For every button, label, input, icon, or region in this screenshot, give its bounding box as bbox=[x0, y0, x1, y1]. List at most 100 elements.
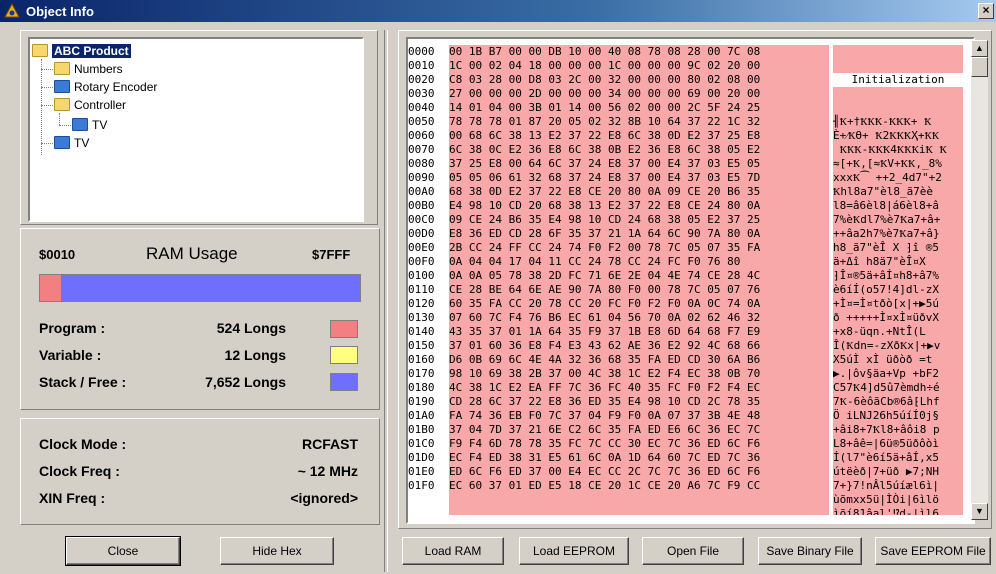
ascii-row: È+⁄ҞӨ+ Ҟ2ҞҞҞҲ+ҞҞ bbox=[833, 129, 940, 142]
tree-line bbox=[59, 113, 60, 125]
tree-item-label: Rotary Encoder bbox=[74, 79, 158, 94]
hex-row[interactable]: 60 35 FA CC 20 78 CC 20 FC F0 F2 F0 0A 0… bbox=[449, 297, 829, 311]
ascii-row: Ҟhl8a7"èl8_ã7èè bbox=[833, 185, 934, 198]
ascii-row: ++âa2h7%è7Ҟa7+â} bbox=[833, 227, 940, 240]
hex-address: 0060 bbox=[408, 129, 435, 142]
ram-start-address: $0010 bbox=[39, 247, 76, 262]
hex-address: 01C0 bbox=[408, 437, 435, 450]
load-ram-button[interactable]: Load RAM bbox=[402, 537, 504, 565]
ascii-row: ⁆Î¤®5ä+âÍ¤h8+â7% bbox=[833, 269, 939, 282]
save-eeprom-file-button[interactable]: Save EEPROM File bbox=[875, 537, 991, 565]
ascii-row: ä+Δî h8ä7"èÎ¤X bbox=[833, 255, 926, 268]
ascii-row: ҞҞҞ-ҞҞҞ4ҞҞҞiҞ Ҟ bbox=[833, 143, 947, 156]
hex-row[interactable]: 6C 38 0C E2 36 E8 6C 38 0B E2 36 E8 6C 3… bbox=[449, 143, 829, 157]
scroll-down-icon[interactable]: ▼ bbox=[971, 503, 988, 520]
ram-used-fill bbox=[40, 275, 61, 301]
hex-row[interactable]: 14 01 04 00 3B 01 14 00 56 02 00 00 2C 5… bbox=[449, 101, 829, 115]
ascii-row: +x8-üqn.+NtÎ(L bbox=[833, 325, 926, 338]
hex-address: 0140 bbox=[408, 325, 435, 338]
ascii-row: è6íÍ(o57!4]dl-zX bbox=[833, 283, 939, 296]
hex-row[interactable]: 4C 38 1C E2 EA FF 7C 36 FC 40 35 FC F0 F… bbox=[449, 381, 829, 395]
hex-row[interactable]: 1C 00 02 04 18 00 00 00 1C 00 00 00 9C 0… bbox=[449, 59, 829, 73]
ascii-row: +Ì¤=Ì¤tðò[x|+▶5ú bbox=[833, 297, 939, 310]
hex-address: 0160 bbox=[408, 353, 435, 366]
hex-row[interactable]: E4 98 10 CD 20 68 38 13 E2 37 22 E8 CE 2… bbox=[449, 199, 829, 213]
hex-row[interactable]: 43 35 37 01 1A 64 35 F9 37 1B E8 6D 64 6… bbox=[449, 325, 829, 339]
load-eeprom-button[interactable]: Load EEPROM bbox=[519, 537, 629, 565]
hex-address: 0080 bbox=[408, 157, 435, 170]
tree-item-numbers[interactable]: Numbers bbox=[54, 61, 123, 77]
ascii-row: ▶.|ôv§äa+Vp +bF2 bbox=[833, 367, 939, 380]
ascii-row: útëèð|7+üð ▶7;NH bbox=[833, 465, 939, 478]
ascii-row: ìõí81âal'⁉d-|ìl6 bbox=[833, 507, 939, 515]
hex-row[interactable]: 78 78 78 01 87 20 05 02 32 8B 10 64 37 2… bbox=[449, 115, 829, 129]
hex-address: 0170 bbox=[408, 367, 435, 380]
object-tree[interactable]: ABC Product Numbers Rotary Encoder Contr… bbox=[28, 37, 364, 222]
hex-address: 0100 bbox=[408, 269, 435, 282]
hex-row[interactable]: 00 1B B7 00 00 DB 10 00 40 08 78 08 28 0… bbox=[449, 45, 829, 59]
hex-row[interactable]: 2B CC 24 FF CC 24 74 F0 F2 00 78 7C 05 0… bbox=[449, 241, 829, 255]
hex-row[interactable]: 0A 0A 05 78 38 2D FC 71 6E 2E 04 4E 74 C… bbox=[449, 269, 829, 283]
hex-row[interactable]: CE 28 BE 64 6E AE 90 7A 80 F0 00 78 7C 0… bbox=[449, 283, 829, 297]
folder-icon bbox=[54, 62, 70, 76]
hide-hex-button[interactable]: Hide Hex bbox=[220, 537, 334, 565]
tree-item-tv[interactable]: TV bbox=[54, 135, 89, 151]
hex-address: 0030 bbox=[408, 87, 435, 100]
ram-end-address: $7FFF bbox=[312, 247, 351, 262]
scroll-up-icon[interactable]: ▲ bbox=[971, 40, 988, 57]
hex-row[interactable]: 07 60 7C F4 76 B6 EC 61 04 56 70 0A 02 6… bbox=[449, 311, 829, 325]
hex-row[interactable]: 37 04 7D 37 21 6E C2 6C 35 FA ED E6 6C 3… bbox=[449, 423, 829, 437]
hex-row[interactable]: 09 CE 24 B6 35 E4 98 10 CD 24 68 38 05 E… bbox=[449, 213, 829, 227]
scroll-thumb[interactable] bbox=[971, 57, 988, 77]
hex-address: 0190 bbox=[408, 395, 435, 408]
save-binary-file-button[interactable]: Save Binary File bbox=[758, 537, 862, 565]
window-close-button[interactable]: × bbox=[978, 3, 994, 19]
hex-row[interactable]: F9 F4 6D 78 78 35 FC 7C CC 30 EC 7C 36 E… bbox=[449, 437, 829, 451]
ascii-row: ╢Ҟ+†ҞҞҞ-ҞҞҞ+ Ҟ bbox=[833, 115, 932, 128]
program-color-swatch bbox=[330, 320, 358, 338]
hex-row[interactable]: 27 00 00 00 2D 00 00 00 34 00 00 00 69 0… bbox=[449, 87, 829, 101]
hex-row[interactable]: EC 60 37 01 ED E5 18 CE 20 1C CE 20 A6 7… bbox=[449, 479, 829, 493]
hex-address: 01A0 bbox=[408, 409, 435, 422]
hex-row[interactable]: 37 01 60 36 E8 F4 E3 43 62 AE 36 E2 92 4… bbox=[449, 339, 829, 353]
hex-address: 01B0 bbox=[408, 423, 435, 436]
tree-item-label: Controller bbox=[74, 97, 127, 112]
hex-data-column[interactable]: 00 1B B7 00 00 DB 10 00 40 08 78 08 28 0… bbox=[449, 45, 829, 515]
ascii-row: h8_ã7"èÎ X ⁆î ®5 bbox=[833, 241, 939, 254]
tree-item-root[interactable]: ABC Product bbox=[32, 43, 131, 59]
tree-item-tv-child[interactable]: TV bbox=[72, 117, 107, 133]
ascii-row: 7Ҟ-6èôãCb®6â⁅Lhf bbox=[833, 395, 940, 408]
hex-view[interactable]: 0000 0010 0020 0030 0040 0050 0060 0070 0080 0090… bbox=[406, 37, 975, 524]
hex-row[interactable]: ED 6C F6 ED 37 00 E4 EC CC 2C 7C 7C 36 E… bbox=[449, 465, 829, 479]
hex-address: 01E0 bbox=[408, 465, 435, 478]
hex-row[interactable]: 00 68 6C 38 13 E2 37 22 E8 6C 38 0D E2 3… bbox=[449, 129, 829, 143]
hex-row[interactable]: CD 28 6C 37 22 E8 36 ED 35 E4 98 10 CD 2… bbox=[449, 395, 829, 409]
tree-item-rotary-encoder[interactable]: Rotary Encoder bbox=[54, 79, 157, 95]
hex-scrollbar[interactable]: ▲ ▼ bbox=[971, 40, 988, 520]
hex-row[interactable]: EC F4 ED 38 31 E5 61 6C 0A 1D 64 60 7C E… bbox=[449, 451, 829, 465]
hex-row[interactable]: 68 38 0D E2 37 22 E8 CE 20 80 0A 09 CE 2… bbox=[449, 185, 829, 199]
hex-row[interactable]: 98 10 69 38 2B 37 00 4C 38 1C E2 F4 EC 3… bbox=[449, 367, 829, 381]
ascii-row: X5úÌ xÌ üðòð =t bbox=[833, 353, 933, 366]
hex-row[interactable]: 37 25 E8 00 64 6C 37 24 E8 37 00 E4 37 0… bbox=[449, 157, 829, 171]
hex-row[interactable]: E8 36 ED CD 28 6F 35 37 21 1A 64 6C 90 7… bbox=[449, 227, 829, 241]
ascii-row: xxxҞ⁀ ++2_4d7"+2 bbox=[833, 171, 942, 184]
ascii-column[interactable]: Initialization ╢Ҟ+†ҞҞҞ-ҞҞҞ+ Ҟ È+⁄ҞӨ+ Ҟ2ҞҞ… bbox=[833, 45, 963, 515]
object-icon bbox=[72, 118, 88, 132]
open-file-button[interactable]: Open File bbox=[642, 537, 744, 565]
ascii-row: Î(Ҟdn=-zXðҞx|+▶v bbox=[833, 339, 941, 352]
ram-usage-title: RAM Usage bbox=[146, 244, 238, 263]
xin-freq-value: <ignored> bbox=[290, 490, 358, 506]
stack-free-label: Stack / Free : bbox=[39, 374, 127, 390]
tree-item-controller[interactable]: Controller bbox=[54, 97, 126, 113]
hex-address-column: 0000 0010 0020 0030 0040 0050 0060 0070 0080 0090… bbox=[408, 45, 448, 493]
hex-row[interactable]: 0A 04 04 17 04 11 CC 24 78 CC 24 FC F0 7… bbox=[449, 255, 829, 269]
hex-row[interactable]: FA 74 36 EB F0 7C 37 04 F9 F0 0A 07 37 3… bbox=[449, 409, 829, 423]
close-button[interactable]: Close bbox=[65, 536, 181, 566]
hex-row[interactable]: C8 03 28 00 D8 03 2C 00 32 00 00 00 80 0… bbox=[449, 73, 829, 87]
hex-row[interactable]: D6 0B 69 6C 4E 4A 32 36 68 35 FA ED CD 3… bbox=[449, 353, 829, 367]
hex-row[interactable]: 05 05 06 61 32 68 37 24 E8 37 00 E4 37 0… bbox=[449, 171, 829, 185]
ascii-row: Í(l7"è6í5ä+âÍ,x5 bbox=[833, 451, 939, 464]
hex-address: 00C0 bbox=[408, 213, 435, 226]
hex-address: 0000 bbox=[408, 45, 435, 58]
